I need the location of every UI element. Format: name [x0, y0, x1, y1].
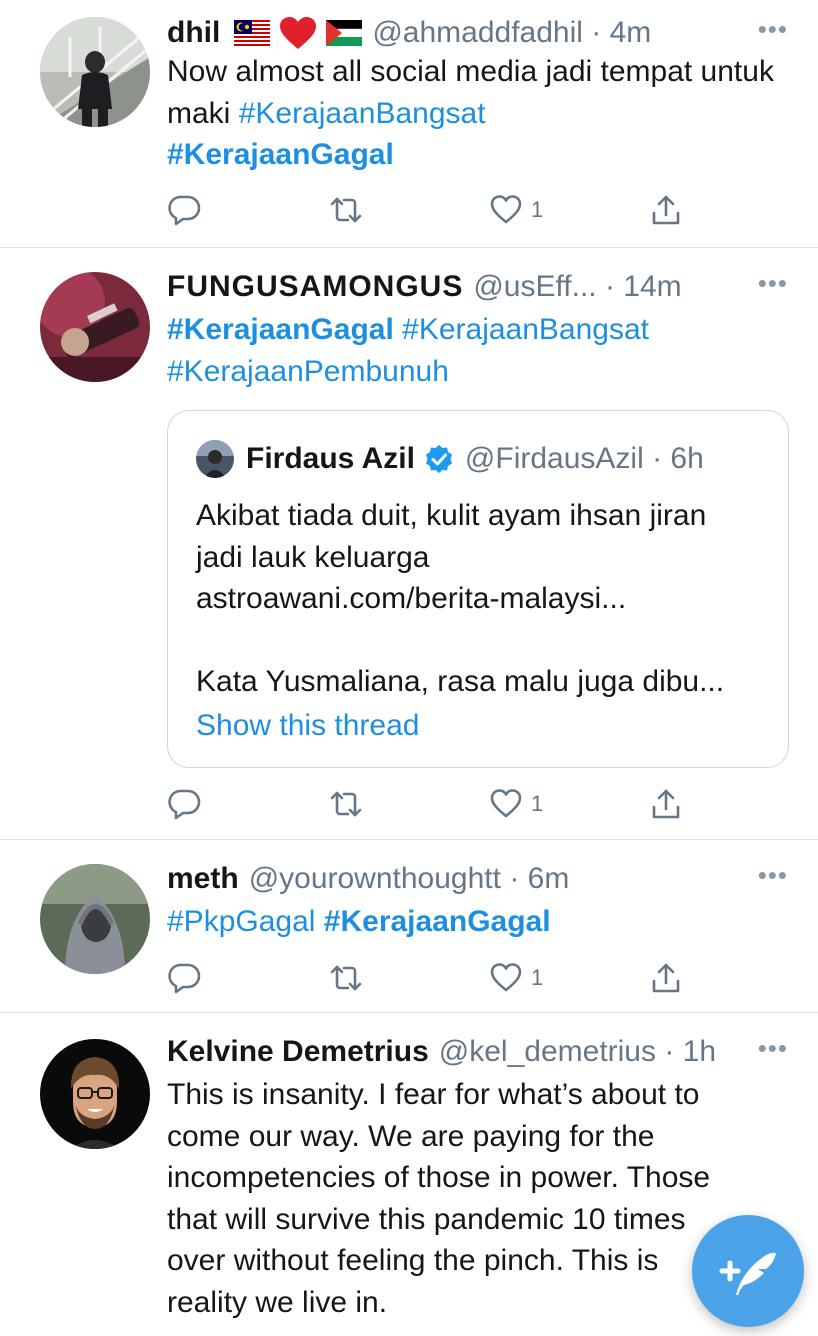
tweet-text: #KerajaanGagal #KerajaanBangsat #Kerajaa…: [167, 309, 788, 392]
retweet-icon: [330, 791, 362, 817]
retweet-icon: [330, 197, 362, 223]
reply-icon: [168, 195, 201, 226]
like-icon: [490, 195, 522, 224]
display-name[interactable]: Kelvine Demetrius: [167, 1035, 429, 1069]
reply-button[interactable]: [167, 784, 201, 824]
tweet[interactable]: meth @yourownthoughtt · 6m ••• #PkpGagal…: [0, 840, 818, 1013]
timestamp: · 6m: [509, 862, 570, 895]
hashtag-link[interactable]: #KerajaanGagal: [167, 313, 394, 346]
like-count: 1: [531, 197, 544, 222]
tweet-actions: 1: [167, 784, 788, 824]
like-icon: [490, 963, 522, 992]
tweet-header: dhil @ahmaddfadhil · 4m •••: [167, 14, 788, 52]
retweet-icon: [330, 965, 362, 991]
display-name[interactable]: meth: [167, 862, 239, 896]
tweet[interactable]: dhil @ahmaddfadhil · 4m ••• Now almost a…: [0, 0, 818, 248]
tweet-header: Kelvine Demetrius @kel_demetrius · 1h ••…: [167, 1033, 788, 1071]
hashtag-link[interactable]: #KerajaanGagal: [324, 905, 551, 938]
reply-button[interactable]: [167, 958, 201, 998]
quoted-avatar: [196, 440, 234, 478]
avatar[interactable]: [40, 864, 150, 974]
red-heart-icon: [280, 17, 317, 49]
avatar[interactable]: [40, 1039, 150, 1149]
malaysia-flag-icon: [234, 20, 271, 46]
reply-button[interactable]: [167, 190, 201, 230]
compose-tweet-button[interactable]: [692, 1215, 804, 1327]
quoted-tweet-text: Akibat tiada duit, kulit ayam ihsan jira…: [196, 495, 768, 703]
hashtag-link[interactable]: #PkpGagal: [167, 905, 315, 938]
reply-icon: [168, 789, 201, 820]
timestamp: · 14m: [604, 270, 682, 303]
quoted-tweet-header: Firdaus Azil @FirdausAzil · 6h: [196, 439, 704, 479]
quoted-link[interactable]: astroawani.com/berita-malaysi...: [196, 578, 768, 620]
like-button[interactable]: 1: [489, 958, 543, 998]
quoted-timestamp: · 6h: [652, 442, 704, 475]
show-thread-link[interactable]: Show this thread: [196, 709, 419, 743]
hashtag-link[interactable]: #KerajaanGagal: [167, 138, 394, 171]
handle[interactable]: @usEff... · 14m: [473, 270, 681, 304]
timestamp: · 4m: [591, 16, 652, 49]
tweet-text: #PkpGagal #KerajaanGagal: [167, 901, 788, 943]
verified-badge-icon: [425, 445, 452, 473]
display-name[interactable]: FUNGUSAMONGUS: [167, 270, 463, 304]
quoted-handle: @FirdausAzil · 6h: [464, 442, 704, 475]
like-button[interactable]: 1: [489, 190, 543, 230]
more-options-icon[interactable]: •••: [758, 860, 788, 891]
avatar[interactable]: [40, 17, 150, 127]
timeline-feed: dhil @ahmaddfadhil · 4m ••• Now almost a…: [0, 0, 818, 1336]
handle[interactable]: @kel_demetrius · 1h: [439, 1035, 716, 1069]
reply-icon: [168, 963, 201, 994]
quoted-tweet[interactable]: Firdaus Azil @FirdausAzil · 6h Akibat ti…: [167, 410, 789, 768]
hashtag-link[interactable]: #KerajaanBangsat: [402, 313, 649, 346]
like-count: 1: [531, 791, 544, 816]
share-icon: [652, 195, 680, 225]
tweet-header: FUNGUSAMONGUS @usEff... · 14m •••: [167, 268, 788, 306]
name-emojis: [234, 15, 363, 51]
handle[interactable]: @ahmaddfadhil · 4m: [372, 16, 651, 50]
share-button[interactable]: [649, 784, 683, 824]
share-icon: [652, 789, 680, 819]
like-count: 1: [531, 965, 544, 990]
like-button[interactable]: 1: [489, 784, 543, 824]
timestamp: · 1h: [664, 1035, 717, 1068]
tweet[interactable]: FUNGUSAMONGUS @usEff... · 14m ••• #Keraj…: [0, 248, 818, 840]
more-options-icon[interactable]: •••: [758, 268, 788, 299]
like-icon: [490, 789, 522, 818]
retweet-button[interactable]: [329, 784, 363, 824]
quoted-display-name: Firdaus Azil: [246, 442, 415, 475]
compose-tweet-icon: [719, 1252, 776, 1295]
avatar[interactable]: [40, 272, 150, 382]
more-options-icon[interactable]: •••: [758, 1033, 788, 1064]
share-icon: [652, 963, 680, 993]
tweet-header: meth @yourownthoughtt · 6m •••: [167, 860, 788, 898]
share-button[interactable]: [649, 190, 683, 230]
tweet-actions: 1: [167, 190, 788, 230]
retweet-button[interactable]: [329, 958, 363, 998]
palestine-flag-icon: [326, 20, 363, 46]
hashtag-link[interactable]: #KerajaanBangsat: [239, 97, 486, 130]
display-name[interactable]: dhil: [167, 16, 220, 50]
hashtag-link[interactable]: #KerajaanPembunuh: [167, 355, 449, 388]
tweet-actions: 1: [167, 958, 788, 998]
share-button[interactable]: [649, 958, 683, 998]
retweet-button[interactable]: [329, 190, 363, 230]
tweet-text: Now almost all social media jadi tempat …: [167, 55, 774, 171]
handle[interactable]: @yourownthoughtt · 6m: [249, 862, 570, 896]
more-options-icon[interactable]: •••: [758, 14, 788, 45]
